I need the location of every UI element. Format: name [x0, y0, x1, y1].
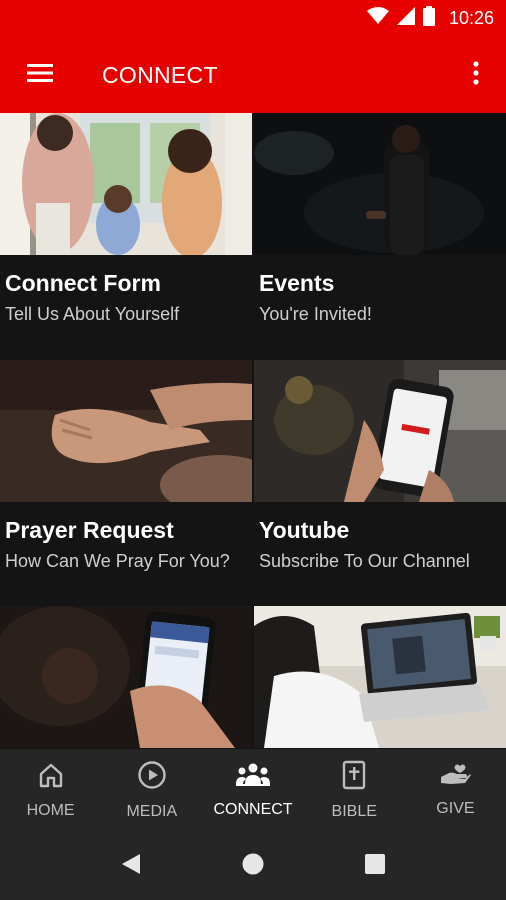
- connect-form-photo: [0, 113, 252, 255]
- status-time: 10:26: [448, 8, 494, 28]
- tile-prayer-request[interactable]: Prayer Request How Can We Pray For You?: [0, 359, 252, 607]
- nav-label: CONNECT: [213, 801, 293, 818]
- nav-home[interactable]: HOME: [0, 749, 101, 832]
- tile-subtitle: Tell Us About Yourself: [5, 304, 180, 324]
- nav-connect[interactable]: CONNECT: [202, 749, 303, 832]
- watch-online-photo: [254, 606, 506, 749]
- nav-label: HOME: [26, 802, 75, 819]
- tile-caption: Events You're Invited!: [254, 255, 506, 359]
- youtube-photo: [254, 359, 506, 502]
- menu-button[interactable]: [0, 37, 80, 113]
- tile-caption: Prayer Request How Can We Pray For You?: [0, 501, 252, 606]
- nav-bible[interactable]: BIBLE: [304, 749, 405, 832]
- nav-media[interactable]: MEDIA: [101, 749, 202, 832]
- app-bar: CONNECT: [0, 37, 506, 113]
- more-vertical-icon: [473, 60, 479, 90]
- back-triangle-icon: [120, 852, 142, 881]
- wifi-icon: [366, 7, 389, 30]
- tile-events[interactable]: Events You're Invited!: [254, 113, 506, 360]
- nav-label: BIBLE: [331, 803, 377, 820]
- give-hand-icon: [439, 763, 472, 792]
- social-photo: [0, 606, 252, 749]
- connect-tile-grid: Connect Form Tell Us About Yourself Even…: [0, 113, 506, 749]
- events-photo: [254, 113, 506, 255]
- hamburger-menu-icon: [27, 63, 53, 88]
- system-home-button[interactable]: [233, 846, 273, 886]
- battery-icon: [422, 6, 435, 31]
- system-navigation-bar: [0, 832, 506, 900]
- people-icon: [235, 762, 271, 793]
- tile-caption: Connect Form Tell Us About Yourself: [0, 255, 252, 359]
- tile-title: Prayer Request: [5, 516, 174, 543]
- nav-label: MEDIA: [126, 803, 178, 820]
- home-circle-icon: [241, 852, 265, 881]
- page-title: CONNECT: [102, 61, 218, 88]
- recents-square-icon: [364, 853, 386, 880]
- nav-give[interactable]: GIVE: [405, 749, 506, 832]
- tile-caption: Youtube Subscribe To Our Channel: [254, 501, 506, 606]
- tile-title: Youtube: [259, 516, 350, 543]
- prayer-request-photo: [0, 359, 252, 502]
- system-recents-button[interactable]: [355, 846, 395, 886]
- tile-subtitle: Subscribe To Our Channel: [259, 550, 470, 571]
- tile-youtube[interactable]: Youtube Subscribe To Our Channel: [254, 359, 506, 607]
- tile-connect-form[interactable]: Connect Form Tell Us About Yourself: [0, 113, 252, 360]
- status-bar: 10:26: [0, 0, 506, 37]
- bible-icon: [342, 760, 366, 795]
- tile-watch-online[interactable]: [254, 606, 506, 749]
- nav-label: GIVE: [436, 800, 475, 817]
- tile-subtitle: How Can We Pray For You?: [5, 550, 230, 571]
- system-back-button[interactable]: [111, 846, 151, 886]
- bottom-navigation: HOME MEDIA CONNECT BIBLE GIVE: [0, 749, 506, 832]
- tile-title: Connect Form: [5, 270, 161, 296]
- play-circle-icon: [137, 760, 167, 795]
- home-icon: [37, 761, 65, 794]
- tile-subtitle: You're Invited!: [259, 304, 372, 324]
- cell-signal-icon: [396, 7, 415, 30]
- tile-social[interactable]: [0, 606, 252, 749]
- tile-title: Events: [259, 270, 335, 296]
- overflow-menu-button[interactable]: [446, 37, 506, 113]
